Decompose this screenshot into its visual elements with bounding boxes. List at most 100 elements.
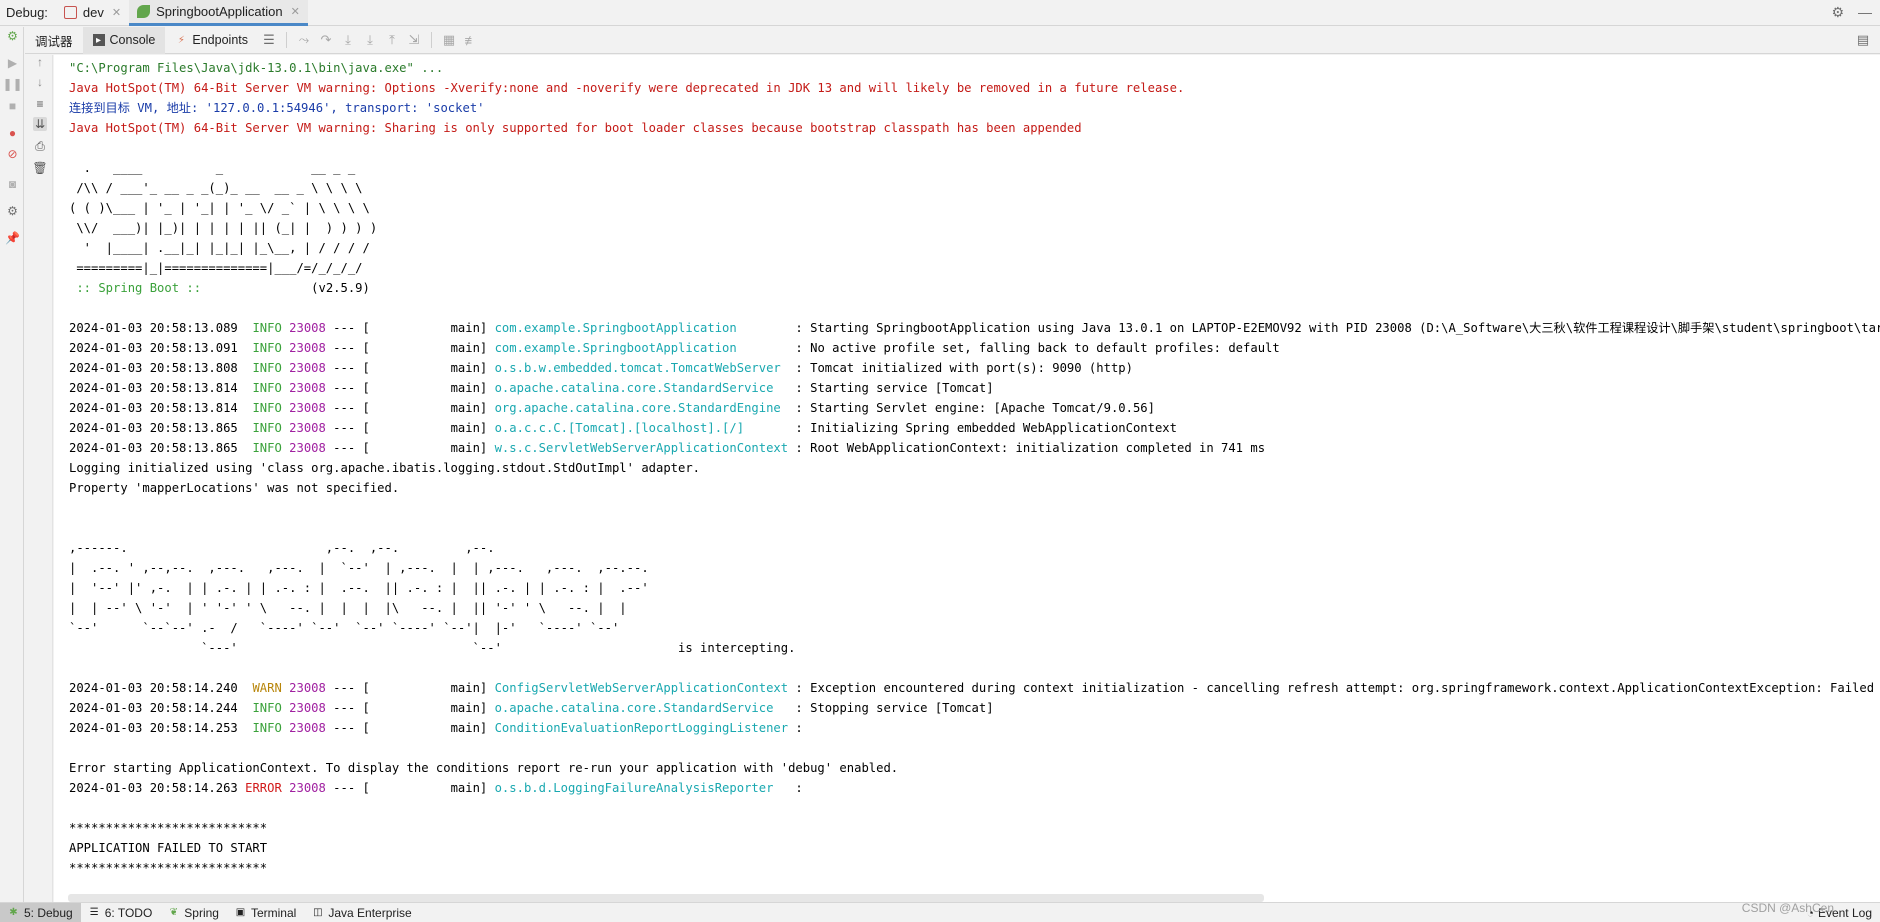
console-segment: 23008	[289, 341, 326, 355]
tab-label: dev	[82, 5, 104, 20]
java-ee-icon: ◫	[313, 907, 323, 918]
console-segment: 23008	[289, 321, 326, 335]
camera-icon[interactable]: ◙	[6, 177, 19, 191]
console-line: 连接到目标 VM, 地址: '127.0.0.1:54946', transpo…	[69, 98, 1880, 118]
tab-label: SpringbootApplication	[156, 3, 283, 19]
console-segment: Property 'mapperLocations' was not speci…	[69, 481, 400, 495]
close-icon[interactable]: ✕	[112, 6, 121, 19]
console-segment: =========|_|==============|___/=/_/_/_/	[69, 261, 363, 275]
console-segment: Error starting ApplicationContext. To di…	[69, 761, 899, 775]
rerun-debug-icon[interactable]: ⚙	[6, 29, 19, 43]
tool-label: 5: Debug	[24, 905, 73, 920]
console-segment: 23008	[289, 361, 326, 375]
console-segment: o.s.b.d.LoggingFailureAnalysisReporter	[494, 781, 789, 795]
gear-icon[interactable]: ⚙	[1831, 4, 1844, 21]
step-out-icon[interactable]: ⤒	[381, 29, 403, 51]
evaluate-expression-icon[interactable]: ▦	[438, 29, 460, 51]
close-icon[interactable]: ✕	[291, 5, 300, 18]
console-segment: :	[788, 721, 811, 735]
step-into-icon[interactable]: ⤓	[337, 29, 359, 51]
tab-dev[interactable]: dev ✕	[56, 0, 129, 26]
console-line: 2024-01-03 20:58:13.865 INFO 23008 --- […	[69, 438, 1880, 458]
tool-spring[interactable]: ❦ Spring	[160, 903, 227, 922]
run-to-cursor-icon[interactable]: ⇲	[403, 29, 425, 51]
debugger-label: 调试器	[35, 34, 73, 49]
tool-todo[interactable]: ☰ 6: TODO	[81, 903, 161, 922]
print-icon[interactable]: ⎙	[33, 139, 47, 153]
force-step-into-icon[interactable]: ⤓	[359, 29, 381, 51]
console-segment: ' |____| .__|_| |_|_| |_\__, | / / / /	[69, 241, 370, 255]
tool-debug[interactable]: ✱ 5: Debug	[0, 902, 81, 922]
console-line: Error starting ApplicationContext. To di…	[69, 758, 1880, 778]
console-segment: INFO	[252, 701, 282, 715]
console-line: | | --' \ '-' | ' '-' ' \ --. | | | |\ -…	[69, 598, 1880, 618]
tool-label: Java Enterprise	[328, 905, 412, 920]
console-segment: | .--. ' ,--,--. ,---. ,---. | `--' | ,-…	[69, 561, 649, 575]
mute-breakpoints-icon[interactable]: ⊘	[6, 147, 19, 161]
tool-terminal[interactable]: ▣ Terminal	[227, 903, 304, 922]
tool-label: Terminal	[250, 905, 297, 920]
console-segment: com.example.SpringbootApplication	[494, 341, 789, 355]
console-segment: INFO	[252, 421, 282, 435]
console-line: Java HotSpot(TM) 64-Bit Server VM warnin…	[69, 78, 1880, 98]
console-segment: (v2.5.9)	[208, 281, 370, 295]
debug-label: Debug:	[6, 5, 48, 20]
scroll-to-end-icon[interactable]: ⇊	[33, 117, 47, 131]
console-segment: o.a.c.c.C.[Tomcat].[localhost].[/]	[494, 421, 789, 435]
console-segment: 23008	[289, 721, 326, 735]
step-over-icon[interactable]: ↷	[315, 29, 337, 51]
console-output[interactable]: "C:\Program Files\Java\jdk-13.0.1\bin\ja…	[54, 55, 1880, 902]
pause-icon[interactable]: ❚❚	[2, 77, 22, 91]
console-segment: 2024-01-03 20:58:13.814	[69, 401, 253, 415]
trash-icon[interactable]: 🗑	[32, 161, 47, 175]
trace-icon[interactable]: ≢	[460, 29, 482, 51]
soft-wrap-icon[interactable]: ≡	[33, 97, 47, 111]
console-segment: ***************************	[69, 861, 268, 875]
console-segment: ,------. ,--. ,--. ,--.	[69, 541, 495, 555]
console-segment: 2024-01-03 20:58:14.240	[69, 681, 253, 695]
console-segment: : Tomcat initialized with port(s): 9090 …	[788, 361, 1133, 375]
console-segment: --- [ main]	[325, 381, 495, 395]
tool-java-enterprise[interactable]: ◫ Java Enterprise	[304, 903, 419, 922]
restore-layout-icon[interactable]: ▤	[1852, 29, 1874, 51]
console-segment: --- [ main]	[325, 781, 495, 795]
console-line: ( ( )\___ | '_ | '_| | '_ \/ _` | \ \ \ …	[69, 198, 1880, 218]
toolbar-divider	[286, 32, 287, 48]
console-segment: w.s.c.ServletWebServerApplicationContext	[494, 441, 789, 455]
layout-icon[interactable]: ☰	[258, 29, 280, 51]
console-line: 2024-01-03 20:58:14.240 WARN 23008 --- […	[69, 678, 1880, 698]
tab-springboot-application[interactable]: SpringbootApplication ✕	[129, 0, 308, 26]
settings-icon[interactable]: ⚙	[6, 204, 19, 218]
tab-endpoints[interactable]: ⚡ Endpoints	[165, 27, 258, 54]
console-segment: : No active profile set, falling back to…	[788, 341, 1280, 355]
console-segment: APPLICATION FAILED TO START	[69, 841, 268, 855]
toolbar-divider	[431, 32, 432, 48]
tool-label: 6: TODO	[104, 905, 153, 920]
console-segment: \\/ ___)| |_)| | | | | || (_| | ) ) ) )	[69, 221, 378, 235]
console-segment: 连接到目标 VM, 地址: '127.0.0.1:54946', transpo…	[69, 101, 485, 115]
tab-debugger[interactable]: 调试器	[25, 27, 83, 54]
console-segment: 23008	[289, 441, 326, 455]
console-segment: 2024-01-03 20:58:13.091	[69, 341, 253, 355]
show-execution-point-icon[interactable]: ⤳	[293, 29, 315, 51]
view-breakpoints-icon[interactable]: ●	[6, 126, 19, 140]
console-text: "C:\Program Files\Java\jdk-13.0.1\bin\ja…	[69, 58, 1880, 878]
pin-icon[interactable]: 📌	[5, 231, 20, 245]
console-segment: ERROR	[245, 781, 282, 795]
stop-icon[interactable]: ■	[6, 99, 19, 113]
tool-window-bar: ✱ 5: Debug ☰ 6: TODO ❦ Spring ▣ Terminal…	[0, 902, 1880, 922]
console-segment: INFO	[252, 441, 282, 455]
resume-icon[interactable]: ▶	[6, 56, 19, 70]
down-arrow-icon[interactable]: ↓	[33, 75, 47, 89]
tab-console[interactable]: ▸ Console	[82, 26, 166, 54]
minimize-icon[interactable]: —	[1858, 4, 1872, 21]
horizontal-scrollbar[interactable]	[68, 894, 1264, 902]
console-line: 2024-01-03 20:58:13.865 INFO 23008 --- […	[69, 418, 1880, 438]
console-segment: :: Spring Boot ::	[69, 281, 209, 295]
up-arrow-icon[interactable]: ↑	[33, 55, 47, 69]
console-segment: --- [ main]	[325, 421, 495, 435]
